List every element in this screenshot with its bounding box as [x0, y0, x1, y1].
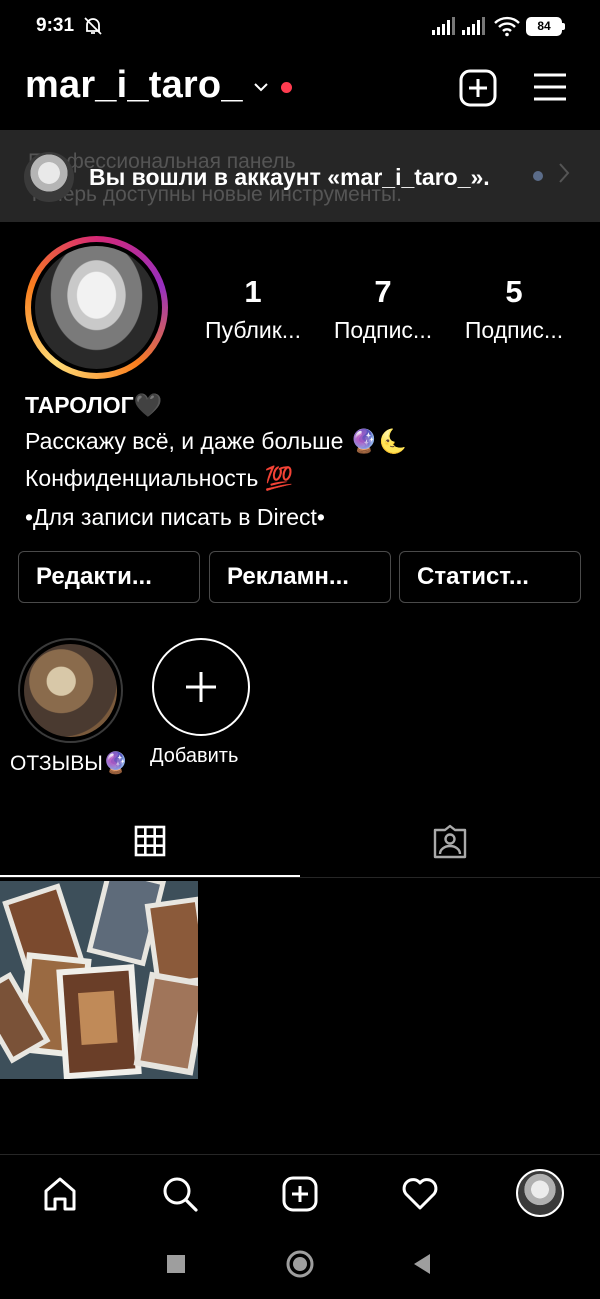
search-icon[interactable] — [161, 1175, 199, 1213]
heart-icon[interactable] — [401, 1175, 439, 1213]
followers-count[interactable]: 7 Подпис... — [323, 274, 443, 344]
highlight-cover — [24, 644, 117, 737]
login-toast[interactable]: Профессиональная панель Теперь доступны … — [0, 130, 600, 222]
system-navigation-bar — [0, 1230, 600, 1299]
home-button-icon[interactable] — [285, 1249, 315, 1279]
edit-profile-button[interactable]: Редакти... — [18, 551, 200, 603]
profile-name: ТАРОЛОГ🖤 — [25, 392, 163, 418]
post-thumbnail[interactable] — [0, 881, 198, 1079]
toast-message: Вы вошли в аккаунт «mar_i_taro_». — [89, 164, 490, 190]
bio-line: •Для записи писать в Direct• — [25, 504, 325, 530]
tabs-divider — [0, 877, 600, 878]
bio-line: Расскажу всё, и даже больше 🔮🌜 — [25, 428, 408, 454]
tarot-cards-image — [0, 881, 198, 1079]
highlight-label: ОТЗЫВЫ🔮 — [10, 752, 129, 775]
profile-picture[interactable] — [25, 236, 168, 379]
insights-button[interactable]: Статист... — [399, 551, 581, 603]
wifi-icon — [494, 16, 520, 37]
profile-avatar[interactable] — [516, 1169, 564, 1217]
bio-line: Конфиденциальность 💯 — [25, 465, 294, 491]
home-icon[interactable] — [41, 1175, 79, 1213]
add-post-icon[interactable] — [458, 68, 498, 108]
status-bar: 9:31 84 — [0, 0, 600, 56]
menu-icon[interactable] — [531, 70, 569, 104]
toast-avatar — [24, 152, 74, 202]
battery-indicator: 84 — [526, 17, 565, 36]
new-post-icon[interactable] — [281, 1175, 319, 1213]
followers-count-label: Подпис... — [333, 317, 433, 343]
banner-dot — [533, 171, 543, 181]
cell-signal-icon — [432, 17, 455, 35]
posts-count[interactable]: 1 Публик... — [193, 274, 313, 344]
highlight-reviews[interactable] — [18, 638, 123, 743]
following-count[interactable]: 5 Подпис... — [454, 274, 574, 344]
notifications-muted-icon — [84, 17, 102, 35]
tagged-icon — [433, 824, 467, 859]
status-time: 9:31 — [36, 15, 75, 36]
following-count-label: Подпис... — [464, 317, 564, 343]
ad-tools-button[interactable]: Рекламн... — [209, 551, 391, 603]
recent-apps-icon[interactable] — [166, 1254, 186, 1274]
chevron-right-icon — [559, 163, 570, 183]
avatar — [31, 242, 162, 373]
grid-icon — [134, 825, 166, 857]
followers-count-value: 7 — [374, 274, 392, 309]
new-highlight-button[interactable] — [152, 638, 250, 736]
cell-signal-icon — [462, 17, 485, 35]
tab-posts-grid[interactable] — [0, 810, 300, 878]
following-count-value: 5 — [505, 274, 523, 309]
back-icon[interactable] — [412, 1253, 432, 1275]
chevron-down-icon[interactable] — [253, 81, 269, 93]
new-highlight-label: Добавить — [150, 745, 239, 767]
bottom-navigation — [0, 1154, 600, 1230]
posts-count-value: 1 — [244, 274, 262, 309]
account-switcher-username[interactable]: mar_i_taro_ — [25, 64, 243, 107]
posts-count-label: Публик... — [205, 317, 301, 343]
notification-dot — [281, 82, 292, 93]
plus-icon — [186, 672, 216, 702]
tab-tagged[interactable] — [300, 810, 600, 878]
